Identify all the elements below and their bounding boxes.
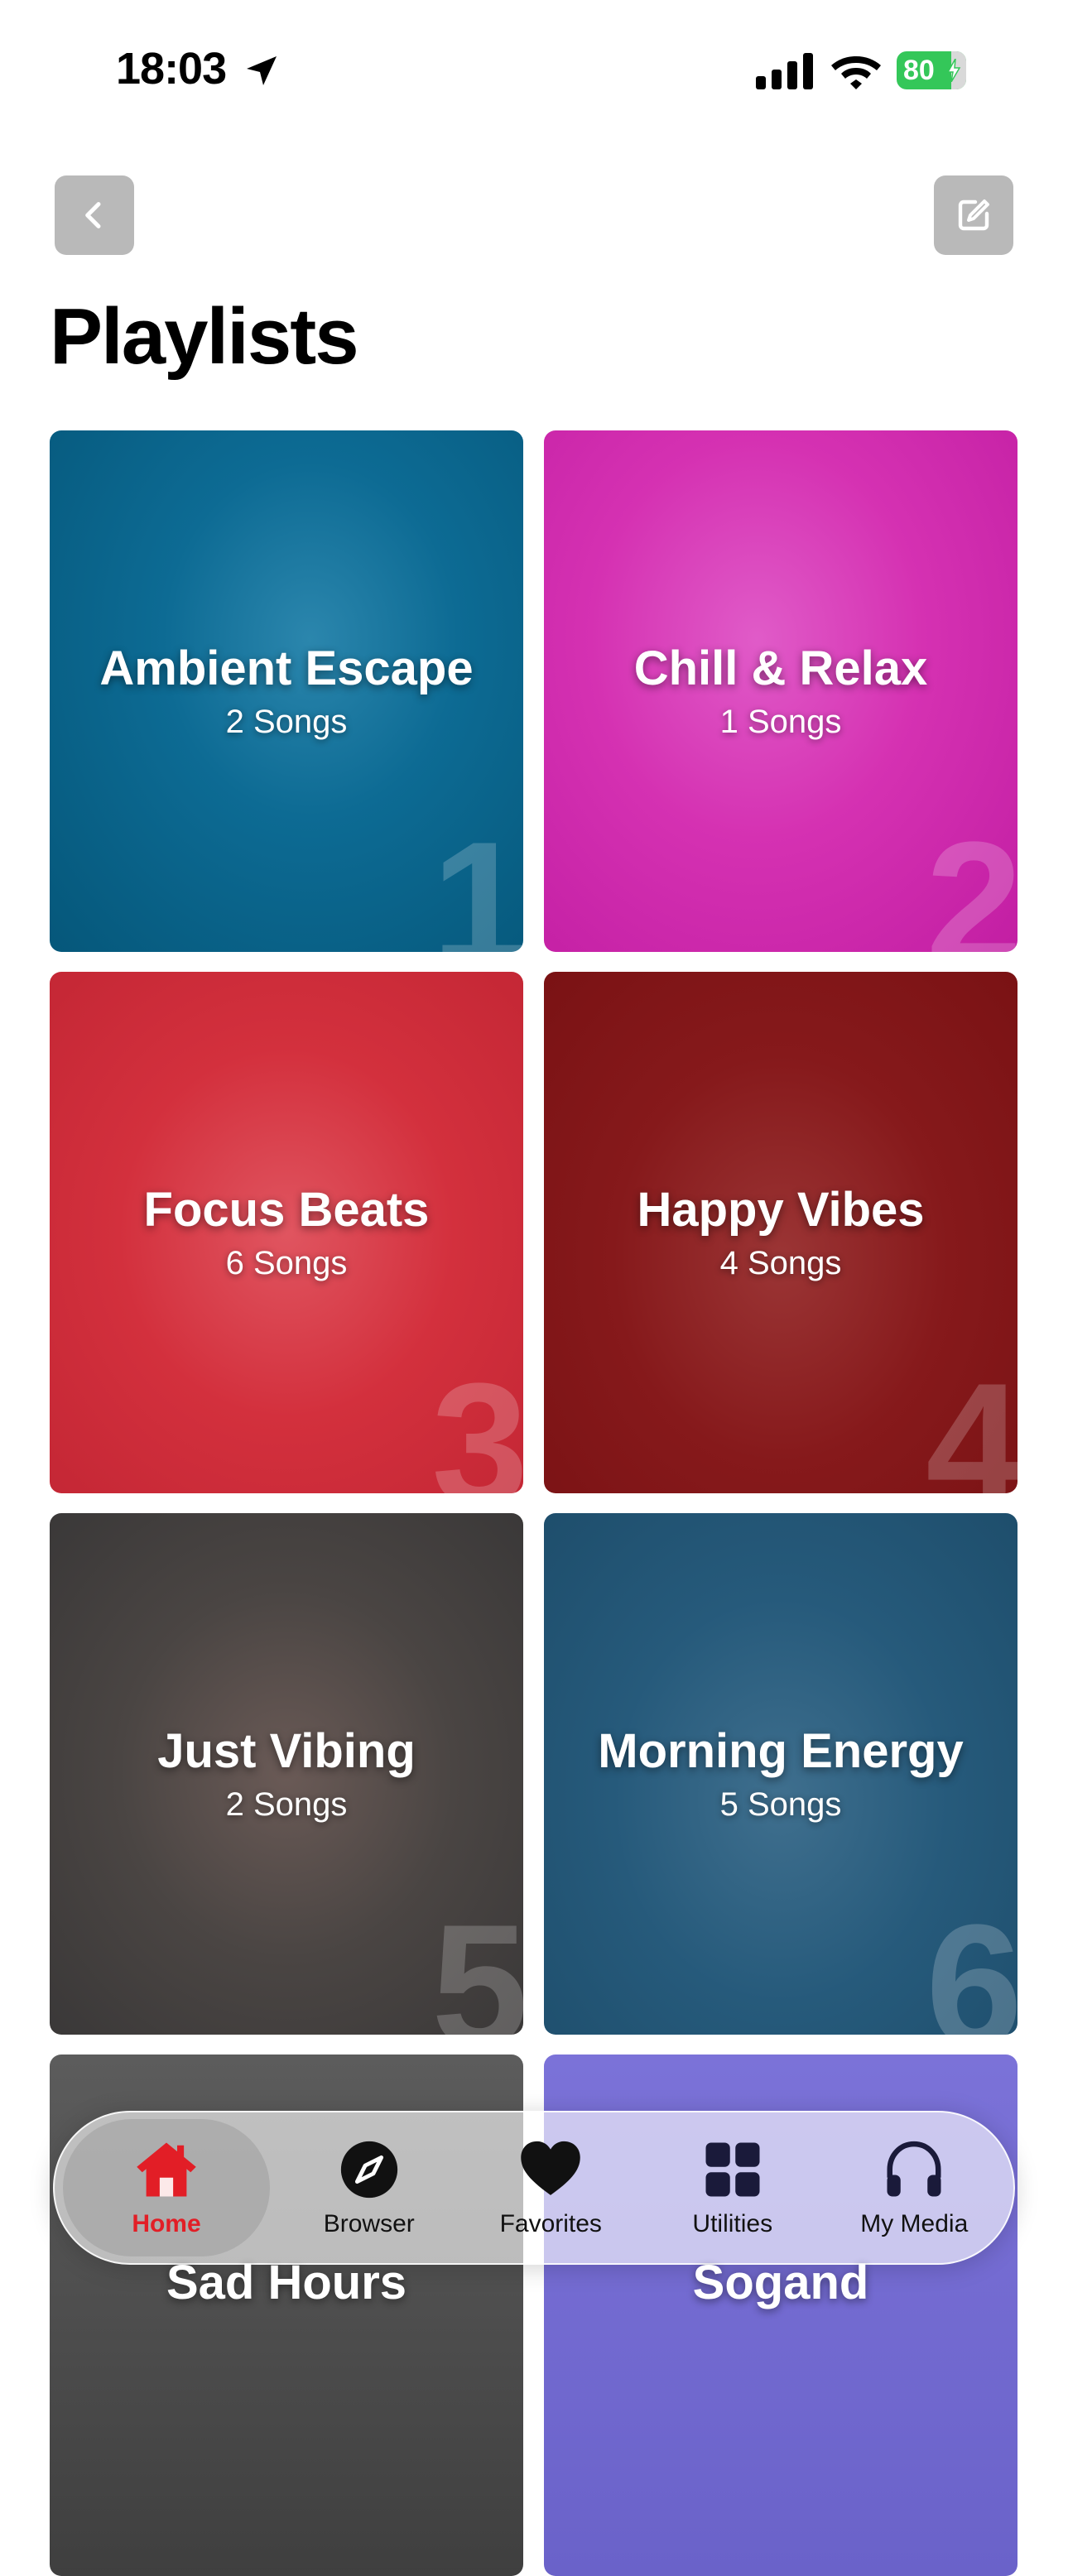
house-icon — [137, 2142, 196, 2197]
tab-utilities[interactable]: Utilities — [642, 2119, 824, 2256]
grid-icon — [705, 2142, 760, 2197]
playlist-card[interactable]: Happy Vibes 4 Songs 4 — [544, 972, 1017, 1493]
playlist-number: 2 — [926, 805, 1017, 953]
page-title: Playlists — [50, 292, 359, 381]
back-button[interactable] — [55, 175, 134, 255]
playlist-card[interactable]: Chill & Relax 1 Songs 2 — [544, 430, 1017, 952]
playlist-number: 1 — [431, 805, 523, 953]
playlist-number: 6 — [926, 1888, 1017, 2035]
playlist-number: 3 — [431, 1347, 523, 1494]
compass-icon — [340, 2141, 397, 2199]
playlist-card[interactable]: Morning Energy 5 Songs 6 — [544, 1513, 1017, 2035]
tab-home[interactable]: Home — [63, 2119, 270, 2256]
playlist-title: Happy Vibes — [637, 1183, 925, 1237]
playlist-title: Just Vibing — [157, 1724, 416, 1778]
tab-browser[interactable]: Browser — [278, 2119, 460, 2256]
playlist-title: Chill & Relax — [633, 642, 928, 695]
tab-bar: Home Browser Favorites Utilities My Medi… — [53, 2111, 1015, 2265]
playlist-title: Sogand — [692, 2256, 869, 2309]
playlist-title: Sad Hours — [166, 2256, 407, 2309]
playlist-title: Focus Beats — [143, 1183, 430, 1237]
edit-button[interactable] — [934, 175, 1013, 255]
heart-icon — [521, 2141, 580, 2195]
playlist-song-count: 4 Songs — [719, 1245, 842, 1281]
playlist-song-count: 1 Songs — [719, 704, 842, 740]
status-time: 18:03 — [116, 44, 227, 94]
playlist-song-count: 5 Songs — [719, 1786, 842, 1823]
headphones-icon — [887, 2141, 941, 2197]
playlist-number: 4 — [926, 1347, 1017, 1494]
chevron-left-icon — [85, 202, 101, 228]
tab-label: My Media — [860, 2210, 969, 2237]
status-bar: 18:03 80 — [0, 0, 1068, 141]
tab-label: Home — [132, 2210, 201, 2237]
playlist-card[interactable]: Focus Beats 6 Songs 3 — [50, 972, 523, 1493]
playlist-song-count: 6 Songs — [225, 1245, 348, 1281]
tab-label: Browser — [323, 2210, 415, 2237]
cellular-signal-icon — [756, 53, 813, 89]
battery-indicator: 80 — [897, 51, 966, 89]
playlist-title: Ambient Escape — [99, 642, 474, 695]
location-arrow-icon — [247, 56, 277, 85]
playlist-song-count: 2 Songs — [225, 704, 348, 740]
tab-my-media[interactable]: My Media — [824, 2119, 1006, 2256]
playlist-card[interactable]: Ambient Escape 2 Songs 1 — [50, 430, 523, 952]
tab-favorites[interactable]: Favorites — [460, 2119, 642, 2256]
playlist-number: 5 — [431, 1888, 523, 2035]
wifi-icon — [831, 56, 881, 89]
playlist-title: Morning Energy — [598, 1724, 964, 1778]
tab-label: Favorites — [499, 2210, 602, 2237]
battery-level: 80 — [903, 54, 935, 86]
charging-bolt-icon — [946, 59, 961, 82]
compose-icon — [958, 199, 989, 231]
tab-label: Utilities — [692, 2210, 773, 2237]
playlist-song-count: 2 Songs — [225, 1786, 348, 1823]
playlist-card[interactable]: Just Vibing 2 Songs 5 — [50, 1513, 523, 2035]
